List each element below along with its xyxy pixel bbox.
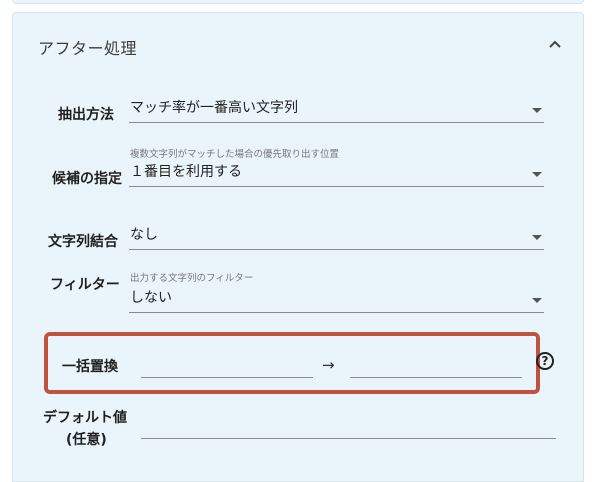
dropdown-arrow-icon [532, 298, 542, 303]
filter-hint: 出力する文字列のフィルター [130, 273, 254, 284]
dropdown-arrow-icon [532, 108, 542, 113]
extraction-method-label: 抽出方法 [58, 107, 114, 123]
arrow-right-icon: → [322, 356, 335, 374]
replace-to-input[interactable] [350, 359, 522, 378]
extraction-method-select[interactable]: マッチ率が一番高い文字列 [129, 96, 544, 123]
candidate-hint: 複数文字列がマッチした場合の優先取り出す位置 [130, 149, 340, 160]
panel-title: アフター処理 [38, 39, 138, 58]
candidate-label: 候補の指定 [52, 171, 122, 187]
candidate-select[interactable]: １番目を利用する [129, 160, 544, 187]
default-value-input[interactable] [141, 420, 556, 439]
join-select[interactable]: なし [129, 223, 544, 250]
filter-value: しない [130, 290, 172, 306]
bulk-replace-label: 一括置換 [62, 359, 118, 375]
chevron-up-icon[interactable] [544, 33, 566, 55]
candidate-value: １番目を利用する [130, 164, 242, 180]
replace-from-input[interactable] [141, 359, 313, 378]
join-label: 文字列結合 [48, 234, 118, 250]
default-value-label: デフォルト値 [43, 410, 127, 426]
extraction-method-value: マッチ率が一番高い文字列 [130, 100, 298, 116]
question-circle-icon[interactable]: ? [536, 352, 554, 370]
join-value: なし [130, 227, 158, 243]
filter-label: フィルター [50, 277, 120, 293]
dropdown-arrow-icon [532, 172, 542, 177]
default-value-optional-label: (任意) [66, 432, 107, 448]
filter-select[interactable]: しない [129, 286, 544, 313]
dropdown-arrow-icon [532, 235, 542, 240]
previous-panel-edge [12, 0, 584, 4]
